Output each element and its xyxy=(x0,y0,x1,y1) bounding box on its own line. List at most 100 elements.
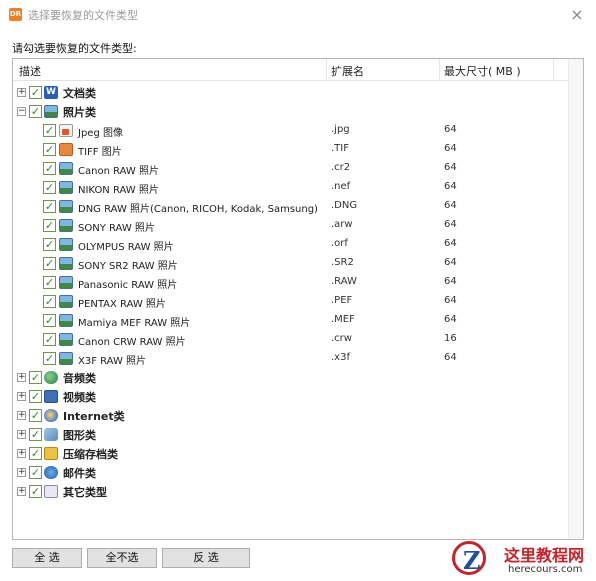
tree-group-graphic[interactable]: + ✓ 图形类 xyxy=(13,425,569,444)
photo-icon xyxy=(59,257,73,270)
select-none-button[interactable]: 全不选 xyxy=(87,548,157,568)
checkbox[interactable]: ✓ xyxy=(43,181,56,194)
column-header-description[interactable]: 描述 xyxy=(19,63,41,79)
item-label: SONY RAW 照片 xyxy=(78,223,155,234)
checkbox[interactable]: ✓ xyxy=(29,390,42,403)
group-label: 音频类 xyxy=(63,372,96,385)
tree-item[interactable]: ✓ PENTAX RAW 照片 .PEF 64 xyxy=(13,292,569,311)
watermark-title: 这里教程网 xyxy=(504,546,585,565)
tree-group-document[interactable]: + ✓ W 文档类 xyxy=(13,83,569,102)
tree-item[interactable]: ✓ Mamiya MEF RAW 照片 .MEF 64 xyxy=(13,311,569,330)
photo-icon xyxy=(59,219,73,232)
item-extension: .jpg xyxy=(331,124,350,135)
expand-toggle[interactable]: + xyxy=(17,430,26,439)
tree-item[interactable]: ✓ Panasonic RAW 照片 .RAW 64 xyxy=(13,273,569,292)
checkbox[interactable]: ✓ xyxy=(43,143,56,156)
tree-group-other[interactable]: + ✓ 其它类型 xyxy=(13,482,569,501)
checkbox[interactable]: ✓ xyxy=(29,371,42,384)
checkbox[interactable]: ✓ xyxy=(29,86,42,99)
group-label: 文档类 xyxy=(63,87,96,100)
title-bar: DR 选择要恢复的文件类型 × xyxy=(0,0,596,30)
tree-item[interactable]: ✓ X3F RAW 照片 .x3f 64 xyxy=(13,349,569,368)
checkbox[interactable]: ✓ xyxy=(43,314,56,327)
vertical-scrollbar[interactable] xyxy=(568,59,583,539)
item-max-size: 64 xyxy=(444,238,457,249)
tree-group-video[interactable]: + ✓ 视频类 xyxy=(13,387,569,406)
tree-group-internet[interactable]: + ✓ Internet类 xyxy=(13,406,569,425)
checkbox[interactable]: ✓ xyxy=(43,352,56,365)
checkbox[interactable]: ✓ xyxy=(43,276,56,289)
item-max-size: 64 xyxy=(444,314,457,325)
tree-item[interactable]: ✓ NIKON RAW 照片 .nef 64 xyxy=(13,178,569,197)
item-label: X3F RAW 照片 xyxy=(78,356,147,367)
item-label: SONY SR2 RAW 照片 xyxy=(78,261,178,272)
group-label: 图形类 xyxy=(63,429,96,442)
expand-toggle[interactable]: + xyxy=(17,373,26,382)
checkbox[interactable]: ✓ xyxy=(29,466,42,479)
photo-icon xyxy=(59,238,73,251)
checkbox[interactable]: ✓ xyxy=(43,162,56,175)
item-extension: .PEF xyxy=(331,295,353,306)
tree-item[interactable]: ✓ OLYMPUS RAW 照片 .orf 64 xyxy=(13,235,569,254)
item-extension: .crw xyxy=(331,333,352,344)
item-label: Panasonic RAW 照片 xyxy=(78,280,178,291)
other-icon xyxy=(44,485,58,498)
tree-item[interactable]: ✓ SONY SR2 RAW 照片 .SR2 64 xyxy=(13,254,569,273)
tree-item[interactable]: ✓ TIFF 图片 .TIF 64 xyxy=(13,140,569,159)
tree-rows: + ✓ W 文档类 − ✓ 照片类 ✓ Jpeg 图像 .jpg 64 ✓ TIFF 图片… xyxy=(13,83,569,501)
group-label: 照片类 xyxy=(63,106,96,119)
checkbox[interactable]: ✓ xyxy=(29,409,42,422)
photo-icon xyxy=(44,105,58,118)
checkbox[interactable]: ✓ xyxy=(43,295,56,308)
tree-item[interactable]: ✓ Jpeg 图像 .jpg 64 xyxy=(13,121,569,140)
expand-toggle[interactable]: + xyxy=(17,449,26,458)
expand-toggle[interactable]: + xyxy=(17,392,26,401)
group-label: 其它类型 xyxy=(63,486,107,499)
expand-toggle[interactable]: + xyxy=(17,411,26,420)
column-separator[interactable] xyxy=(326,59,327,81)
expand-toggle[interactable]: + xyxy=(17,487,26,496)
group-label: 视频类 xyxy=(63,391,96,404)
select-all-button[interactable]: 全 选 xyxy=(12,548,82,568)
tree-item[interactable]: ✓ Canon CRW RAW 照片 .crw 16 xyxy=(13,330,569,349)
invert-selection-button[interactable]: 反 选 xyxy=(162,548,250,568)
checkbox[interactable]: ✓ xyxy=(29,105,42,118)
tree-group-mail[interactable]: + ✓ 邮件类 xyxy=(13,463,569,482)
item-label: TIFF 图片 xyxy=(78,147,122,158)
checkbox[interactable]: ✓ xyxy=(43,124,56,137)
item-max-size: 16 xyxy=(444,333,457,344)
checkbox[interactable]: ✓ xyxy=(43,219,56,232)
tree-group-archive[interactable]: + ✓ 压缩存档类 xyxy=(13,444,569,463)
checkbox[interactable]: ✓ xyxy=(43,333,56,346)
item-extension: .SR2 xyxy=(331,257,354,268)
column-header-max-size[interactable]: 最大尺寸( MB ) xyxy=(444,63,521,79)
item-max-size: 64 xyxy=(444,257,457,268)
item-extension: .nef xyxy=(331,181,351,192)
checkbox[interactable]: ✓ xyxy=(43,238,56,251)
item-label: OLYMPUS RAW 照片 xyxy=(78,242,174,253)
column-header-extension[interactable]: 扩展名 xyxy=(331,63,364,79)
collapse-toggle[interactable]: − xyxy=(17,107,26,116)
checkbox[interactable]: ✓ xyxy=(29,428,42,441)
checkbox[interactable]: ✓ xyxy=(43,257,56,270)
column-separator[interactable] xyxy=(553,59,554,81)
expand-toggle[interactable]: + xyxy=(17,88,26,97)
close-button[interactable]: × xyxy=(566,4,588,26)
tree-group-audio[interactable]: + ✓ 音频类 xyxy=(13,368,569,387)
checkbox[interactable]: ✓ xyxy=(29,447,42,460)
checkbox[interactable]: ✓ xyxy=(43,200,56,213)
item-label: Canon CRW RAW 照片 xyxy=(78,337,186,348)
column-separator[interactable] xyxy=(439,59,440,81)
tree-item[interactable]: ✓ Canon RAW 照片 .cr2 64 xyxy=(13,159,569,178)
tree-item[interactable]: ✓ DNG RAW 照片(Canon, RICOH, Kodak, Samsung… xyxy=(13,197,569,216)
tree-group-photo[interactable]: − ✓ 照片类 xyxy=(13,102,569,121)
item-max-size: 64 xyxy=(444,162,457,173)
item-max-size: 64 xyxy=(444,295,457,306)
photo-icon xyxy=(59,295,73,308)
expand-toggle[interactable]: + xyxy=(17,468,26,477)
checkbox[interactable]: ✓ xyxy=(29,485,42,498)
tree-item[interactable]: ✓ SONY RAW 照片 .arw 64 xyxy=(13,216,569,235)
graphic-icon xyxy=(44,428,58,441)
photo-icon xyxy=(59,200,73,213)
audio-icon xyxy=(44,371,58,384)
